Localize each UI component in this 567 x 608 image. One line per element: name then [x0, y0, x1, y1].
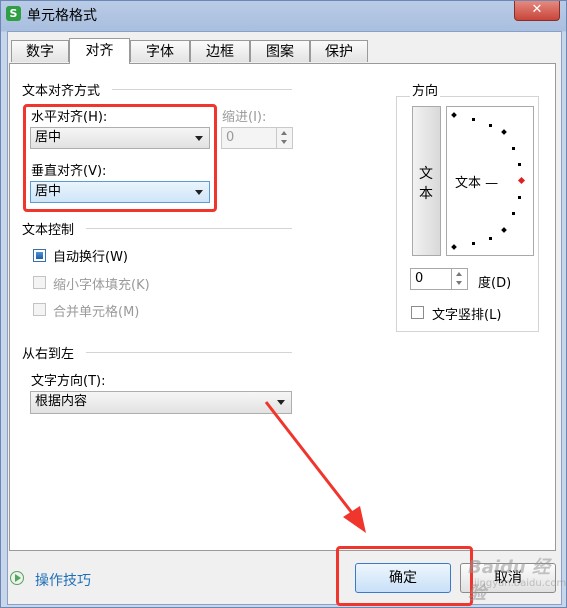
annotation-arrow-icon	[264, 401, 366, 533]
tab-alignment[interactable]: 对齐	[69, 38, 130, 64]
watermark-url: jingyan.baidu.com	[474, 578, 567, 589]
